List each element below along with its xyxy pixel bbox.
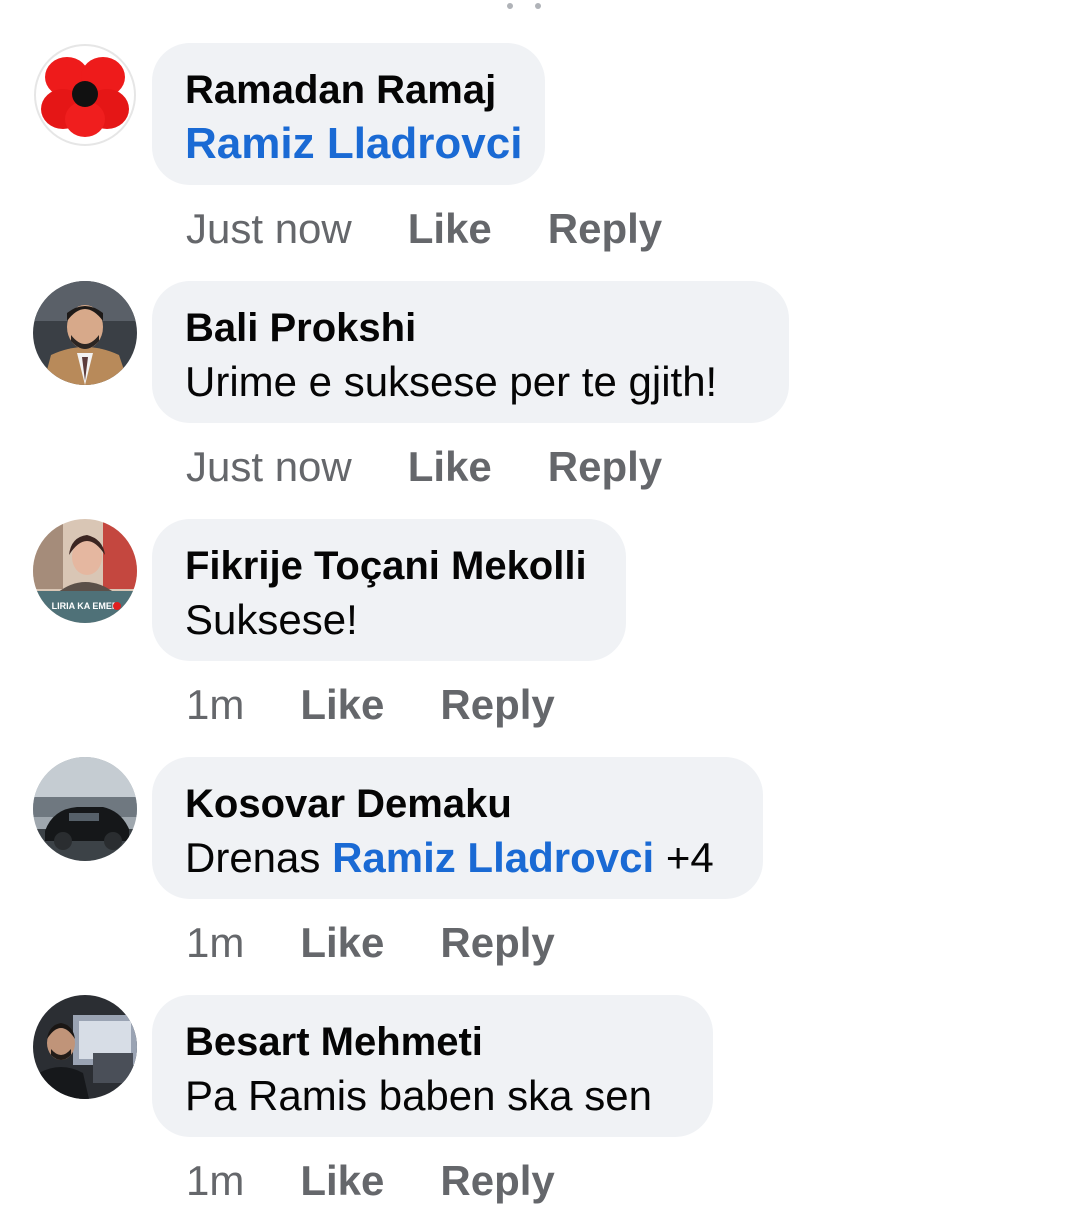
comment-text: Suksese! (185, 596, 358, 643)
comment-author[interactable]: Fikrije Toçani Mekolli (185, 541, 593, 591)
comment-timestamp[interactable]: 1m (186, 1157, 244, 1205)
like-button[interactable]: Like (408, 205, 492, 253)
comment-timestamp[interactable]: 1m (186, 681, 244, 729)
reply-button[interactable]: Reply (440, 919, 554, 967)
reply-button[interactable]: Reply (440, 681, 554, 729)
comment-text: Urime e suksese per te gjith! (185, 358, 718, 405)
comment-timestamp[interactable]: 1m (186, 919, 244, 967)
black-car-avatar[interactable] (33, 757, 137, 861)
woman-portrait-avatar[interactable]: LIRIA KA EMER (33, 519, 137, 623)
comment-text: Pa Ramis baben ska sen (185, 1072, 652, 1119)
comment-author[interactable]: Bali Prokshi (185, 303, 756, 353)
person-photo-icon (33, 995, 137, 1099)
man-in-suit-avatar[interactable] (33, 281, 137, 385)
comment-bubble: Besart Mehmeti Pa Ramis baben ska sen (152, 995, 713, 1137)
comment-author[interactable]: Besart Mehmeti (185, 1017, 680, 1067)
man-in-car-avatar[interactable] (33, 995, 137, 1099)
mention-link[interactable]: Ramiz Lladrovci (332, 834, 654, 881)
comment-actions: Just now Like Reply (186, 439, 662, 495)
comment-bubble: Ramadan Ramaj Ramiz Lladrovci (152, 43, 545, 185)
avatar-caption: LIRIA KA EMER (52, 601, 119, 611)
like-button[interactable]: Like (300, 919, 384, 967)
poppy-flower-avatar[interactable] (33, 43, 137, 147)
reply-button[interactable]: Reply (548, 205, 662, 253)
person-photo-icon: LIRIA KA EMER (33, 519, 137, 623)
comment-text: Drenas Ramiz Lladrovci +4 (185, 829, 730, 887)
car-photo-icon (33, 757, 137, 861)
like-button[interactable]: Like (300, 681, 384, 729)
comment-bubble: Fikrije Toçani Mekolli Suksese! (152, 519, 626, 661)
reply-button[interactable]: Reply (440, 1157, 554, 1205)
poppy-icon (33, 43, 137, 147)
comment-actions: 1m Like Reply (186, 677, 555, 733)
comment-actions: 1m Like Reply (186, 915, 555, 971)
more-dots-icon (507, 3, 541, 9)
comment-timestamp[interactable]: Just now (186, 443, 352, 491)
comment-text-suffix[interactable]: +4 (654, 834, 714, 881)
comment-text-prefix: Drenas (185, 834, 333, 881)
like-button[interactable]: Like (300, 1157, 384, 1205)
person-photo-icon (33, 281, 137, 385)
mention-link[interactable]: Ramiz Lladrovci (185, 115, 522, 173)
like-button[interactable]: Like (408, 443, 492, 491)
comment-bubble: Kosovar Demaku Drenas Ramiz Lladrovci +4 (152, 757, 763, 899)
comment-actions: Just now Like Reply (186, 201, 662, 257)
comment-timestamp[interactable]: Just now (186, 205, 352, 253)
comment-author[interactable]: Ramadan Ramaj (185, 65, 512, 115)
reply-button[interactable]: Reply (548, 443, 662, 491)
comment-actions: 1m Like Reply (186, 1153, 555, 1209)
comment-bubble: Bali Prokshi Urime e suksese per te gjit… (152, 281, 789, 423)
comment-author[interactable]: Kosovar Demaku (185, 779, 730, 829)
